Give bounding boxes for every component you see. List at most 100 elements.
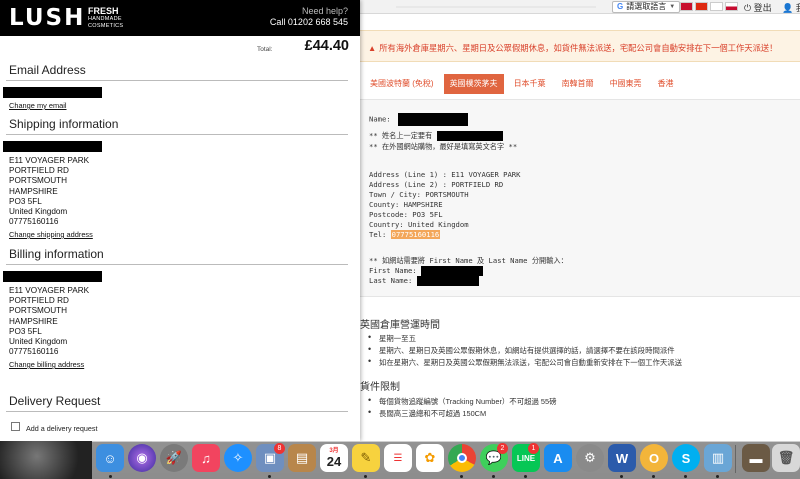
- redacted-billing-name: [3, 271, 102, 282]
- redacted-name-note: [436, 131, 503, 141]
- dock-separator: [735, 445, 736, 473]
- system-preferences-icon[interactable]: ⚙: [576, 444, 604, 472]
- hours-item-text: 星期一至五: [379, 334, 416, 343]
- lush-header: LUSH FRESH HANDMADE COSMETICS Need help?…: [0, 0, 360, 36]
- tel-value-highlighted[interactable]: 07775160116: [390, 230, 441, 239]
- logout-link[interactable]: ⏻ 登出: [744, 1, 772, 14]
- address-postcode: Postcode: PO3 5FL: [369, 210, 443, 219]
- my-account-label: 我的: [796, 3, 800, 13]
- change-email-link[interactable]: Change my email: [9, 101, 67, 110]
- tab-usa-portland[interactable]: 美國波特蘭 (免稅): [364, 74, 440, 94]
- safari-icon[interactable]: ✧: [224, 444, 252, 472]
- divider: [6, 80, 348, 81]
- last-name-row: Last Name:: [369, 276, 479, 286]
- split-name-note: ** 如網站需要將 First Name 及 Last Name 分開輸入：: [369, 256, 568, 265]
- warehouse-hours-title: 英國倉庫營運時間: [360, 320, 440, 331]
- last-name-label: Last Name:: [369, 276, 413, 285]
- divider: [6, 134, 348, 135]
- calendar-day: 24: [326, 453, 342, 469]
- billing-line: PO3 5FL: [9, 326, 42, 336]
- delivery-request-checkbox[interactable]: [11, 422, 20, 431]
- photos-icon[interactable]: ✿: [416, 444, 444, 472]
- address-country: Country: United Kingdom: [369, 220, 469, 229]
- tab-uk-portsmouth[interactable]: 英國樸茨茅夫: [443, 74, 504, 94]
- launchpad-icon[interactable]: 🚀: [160, 444, 188, 472]
- hours-item: 如在星期六、星期日及英國公眾假期無法派送，宅配公司會自動重新安排在下一個工作天派…: [368, 356, 682, 368]
- running-indicator: [524, 475, 527, 478]
- music-icon[interactable]: ♫: [192, 444, 220, 472]
- finder-icon[interactable]: ☺: [96, 444, 124, 472]
- redacted-shipping-name: [3, 141, 102, 152]
- note-name-row: ** 姓名上一定要有: [369, 131, 503, 141]
- warehouse-address-box: Name: ** 姓名上一定要有 ** 在外國網站購物，最好是填寫英文名字 **…: [360, 99, 800, 297]
- outlook-icon[interactable]: O: [640, 444, 668, 472]
- word-icon[interactable]: W: [608, 444, 636, 472]
- total-label: Total:: [257, 46, 273, 53]
- notes-brown-icon[interactable]: ▤: [288, 444, 316, 472]
- delivery-request-label: Add a delivery request: [26, 424, 98, 433]
- running-indicator: [109, 475, 112, 478]
- running-indicator: [652, 475, 655, 478]
- calendar-icon[interactable]: 3月 24: [320, 444, 348, 472]
- redacted-last-name: [416, 276, 479, 286]
- preview-badge: 8: [274, 443, 285, 454]
- limit-item: 長闊高三邊總和不可超過 150CM: [368, 407, 487, 419]
- hours-item: 星期六、星期日及英國公眾假期休息，如網站有提供選擇的話，請選擇不要在該段時間派件: [368, 344, 675, 356]
- background-web-page: G 請選取語言 ▼ ⏻ 登出 👤 我的 ▲所有海外倉庫星期六、星期日及公眾假期休…: [360, 0, 800, 479]
- app-store-icon[interactable]: A: [544, 444, 572, 472]
- first-name-label: First Name:: [369, 266, 417, 275]
- my-account-link[interactable]: 👤 我的: [782, 1, 800, 14]
- tab-korea-seoul[interactable]: 南韓首爾: [556, 74, 600, 94]
- change-billing-address-link[interactable]: Change billing address: [9, 360, 84, 369]
- billing-line: E11 VOYAGER PARK: [9, 286, 90, 295]
- shipping-line: PO3 5FL: [9, 196, 42, 206]
- divider: [6, 411, 348, 412]
- tagline-fresh: FRESH: [88, 6, 119, 16]
- help-contact: Need help? Call 01202 668 545: [270, 6, 348, 28]
- flag-taiwan-icon[interactable]: [680, 2, 693, 11]
- running-indicator: [620, 475, 623, 478]
- address-line-1: Address (Line 1) : E11 VOYAGER PARK: [369, 170, 521, 179]
- siri-icon[interactable]: ◉: [128, 444, 156, 472]
- address-line-2: Address (Line 2) : PORTFIELD RD: [369, 180, 504, 189]
- notes-icon[interactable]: ✎: [352, 444, 380, 472]
- chevron-down-icon: ▼: [669, 4, 676, 10]
- name-label: Name:: [369, 114, 391, 124]
- running-indicator: [460, 475, 463, 478]
- reminders-icon[interactable]: ☰: [384, 444, 412, 472]
- tel-row: Tel: 07775160116: [369, 230, 441, 239]
- hours-item: 星期一至五: [368, 332, 416, 344]
- running-indicator: [716, 475, 719, 478]
- hours-item-text: 星期六、星期日及英國公眾假期休息，如網站有提供選擇的話，請選擇不要在該段時間派件: [379, 346, 675, 355]
- lush-logo[interactable]: LUSH: [9, 5, 85, 31]
- flag-japan-icon[interactable]: [710, 2, 723, 11]
- shipping-line: PORTSMOUTH: [9, 176, 68, 186]
- google-translate-select[interactable]: G 請選取語言 ▼: [612, 1, 681, 13]
- tab-china-dongguan[interactable]: 中國東莞: [604, 74, 648, 94]
- tel-label: Tel:: [369, 230, 387, 239]
- billing-line: United Kingdom: [9, 337, 68, 347]
- folder-icon[interactable]: ▬: [742, 444, 770, 472]
- billing-line: HAMPSHIRE: [9, 316, 58, 326]
- chrome-icon[interactable]: [448, 444, 476, 472]
- billing-line: PORTFIELD RD: [9, 296, 69, 306]
- shipping-line: United Kingdom: [9, 207, 68, 217]
- flag-china-icon[interactable]: [695, 2, 708, 11]
- language-flags: [680, 2, 738, 11]
- flag-indonesia-icon[interactable]: [725, 2, 738, 11]
- limit-item-text: 長闊高三邊總和不可超過 150CM: [379, 409, 487, 418]
- skype-icon[interactable]: S: [672, 444, 700, 472]
- line-badge: 1: [528, 443, 539, 454]
- change-shipping-address-link[interactable]: Change shipping address: [9, 230, 93, 239]
- help-phone[interactable]: Call 01202 668 545: [270, 16, 348, 28]
- note-english-name: ** 在外國網站購物，最好是填寫英文名字 **: [369, 142, 518, 151]
- tab-hong-kong[interactable]: 香港: [652, 74, 680, 94]
- photo-viewer-icon[interactable]: ▥: [704, 444, 732, 472]
- billing-line: 07775160116: [9, 347, 59, 357]
- chrome-center: [457, 453, 467, 463]
- tab-japan-chiba[interactable]: 日本千葉: [508, 74, 552, 94]
- trash-icon[interactable]: 🗑: [772, 444, 800, 472]
- warehouse-tabs: 美國波特蘭 (免稅) 英國樸茨茅夫 日本千葉 南韓首爾 中國東莞 香港: [364, 74, 680, 94]
- shipping-line: HAMPSHIRE: [9, 186, 58, 196]
- address-town: Town / City: PORTSMOUTH: [369, 190, 469, 199]
